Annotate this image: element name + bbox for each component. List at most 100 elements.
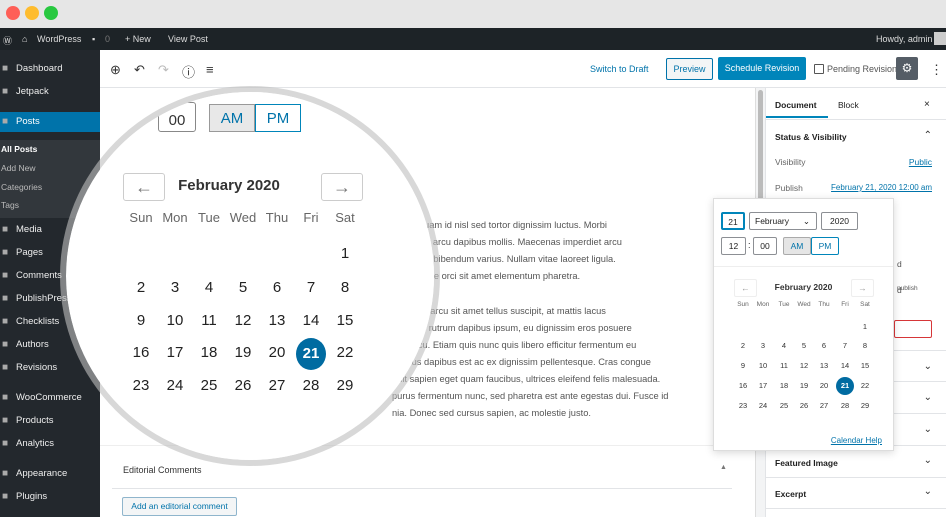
chevron-down-icon[interactable]: ⌄ bbox=[924, 361, 932, 372]
calendar-day[interactable]: 3 bbox=[160, 279, 190, 296]
tab-block[interactable]: Block bbox=[838, 100, 859, 110]
calendar-day[interactable]: 7 bbox=[836, 341, 854, 350]
calendar-day[interactable]: 19 bbox=[228, 344, 258, 361]
calendar-day[interactable]: 26 bbox=[795, 401, 813, 410]
submenu-tags[interactable]: Tags bbox=[1, 200, 19, 210]
chevron-down-icon[interactable]: ⌄ bbox=[924, 455, 932, 466]
calendar-day[interactable]: 5 bbox=[228, 279, 258, 296]
calendar-day-selected[interactable]: 21 bbox=[296, 337, 326, 370]
howdy-link[interactable]: Howdy, admin bbox=[876, 34, 932, 44]
calendar-day[interactable]: 6 bbox=[262, 279, 292, 296]
calendar-day[interactable]: 23 bbox=[734, 401, 752, 410]
sidebar-item-analytics[interactable]: ■ Analytics bbox=[0, 434, 100, 454]
calendar-day[interactable]: 17 bbox=[754, 381, 772, 390]
calendar-day[interactable]: 20 bbox=[262, 344, 292, 361]
submenu-categories[interactable]: Categories bbox=[1, 182, 42, 192]
calendar-day[interactable]: 7 bbox=[296, 279, 326, 296]
submenu-all-posts[interactable]: All Posts bbox=[1, 144, 37, 154]
calendar-day[interactable]: 12 bbox=[228, 312, 258, 329]
calendar-day[interactable]: 25 bbox=[775, 401, 793, 410]
calendar-day[interactable]: 3 bbox=[754, 341, 772, 350]
info-icon[interactable]: ⓘ bbox=[182, 62, 195, 81]
paragraph-line[interactable]: purus fermentum nunc, sed pharetra est a… bbox=[392, 391, 668, 401]
calendar-day[interactable]: 27 bbox=[262, 377, 292, 394]
status-visibility-title[interactable]: Status & Visibility bbox=[775, 132, 847, 142]
calendar-day[interactable]: 20 bbox=[815, 381, 833, 390]
sidebar-item-revisions[interactable]: ■ Revisions bbox=[0, 358, 100, 378]
minimize-window-button[interactable] bbox=[25, 6, 39, 20]
calendar-day[interactable]: 28 bbox=[836, 401, 854, 410]
calendar-day[interactable]: 8 bbox=[330, 279, 360, 296]
calendar-day[interactable]: 4 bbox=[194, 279, 224, 296]
chevron-down-icon[interactable]: ⌄ bbox=[924, 424, 932, 435]
calendar-day[interactable]: 23 bbox=[126, 377, 156, 394]
paragraph-line[interactable]: ndit sapien eget quam faucibus, ultrices… bbox=[392, 374, 660, 384]
sidebar-item-woocommerce[interactable]: ■ WooCommerce bbox=[0, 388, 100, 408]
calendar-day[interactable]: 9 bbox=[734, 361, 752, 370]
calendar-day[interactable]: 11 bbox=[775, 361, 793, 370]
chevron-down-icon[interactable]: ⌄ bbox=[924, 486, 932, 497]
calendar-day[interactable]: 22 bbox=[330, 344, 360, 361]
visibility-value-link[interactable]: Public bbox=[909, 157, 932, 167]
view-post-link[interactable]: View Post bbox=[168, 34, 208, 44]
preview-button[interactable]: Preview bbox=[666, 58, 713, 80]
calendar-day[interactable]: 25 bbox=[194, 377, 224, 394]
calendar-day[interactable]: 10 bbox=[754, 361, 772, 370]
paragraph-line[interactable]: ivamus dapibus est ac ex dignissim pelle… bbox=[392, 357, 651, 367]
switch-to-draft-button[interactable]: Switch to Draft bbox=[590, 64, 649, 74]
paragraph-line[interactable]: san arcu. Etiam quis nunc quis libero ef… bbox=[392, 340, 636, 350]
schedule-revision-button[interactable]: Schedule Revision bbox=[718, 57, 806, 80]
calendar-day[interactable]: 17 bbox=[160, 344, 190, 361]
add-editorial-comment-button[interactable]: Add an editorial comment bbox=[122, 497, 237, 516]
submenu-add-new[interactable]: Add New bbox=[1, 163, 36, 173]
avatar[interactable] bbox=[934, 32, 946, 45]
calendar-day[interactable]: 14 bbox=[296, 312, 326, 329]
tab-document[interactable]: Document bbox=[775, 100, 817, 110]
new-link[interactable]: + New bbox=[125, 34, 151, 44]
calendar-day[interactable]: 4 bbox=[775, 341, 793, 350]
maximize-window-button[interactable] bbox=[44, 6, 58, 20]
calendar-day[interactable]: 29 bbox=[330, 377, 360, 394]
featured-image-panel[interactable]: Featured Image bbox=[775, 458, 838, 468]
pending-revision-label[interactable]: Pending Revision bbox=[827, 64, 897, 74]
sidebar-item-posts[interactable]: ■ Posts bbox=[0, 112, 100, 132]
close-panel-icon[interactable]: × bbox=[924, 99, 930, 110]
calendar-day[interactable]: 18 bbox=[194, 344, 224, 361]
excerpt-panel[interactable]: Excerpt bbox=[775, 489, 806, 499]
hour-input[interactable]: 12 bbox=[721, 237, 746, 255]
error-field[interactable] bbox=[894, 320, 932, 338]
calendar-day[interactable]: 18 bbox=[775, 381, 793, 390]
calendar-day[interactable]: 24 bbox=[754, 401, 772, 410]
calendar-day[interactable]: 2 bbox=[734, 341, 752, 350]
settings-gear-icon[interactable]: ⚙ bbox=[896, 57, 918, 80]
close-window-button[interactable] bbox=[6, 6, 20, 20]
calendar-day[interactable]: 12 bbox=[795, 361, 813, 370]
more-options-icon[interactable]: ⋮ bbox=[930, 62, 943, 78]
undo-icon[interactable]: ↶ bbox=[134, 62, 145, 78]
publish-date-link[interactable]: February 21, 2020 12:00 am bbox=[831, 183, 932, 192]
sidebar-item-products[interactable]: ■ Products bbox=[0, 411, 100, 431]
calendar-day[interactable]: 11 bbox=[194, 312, 224, 329]
am-button[interactable]: AM bbox=[783, 237, 811, 255]
chevron-up-icon[interactable]: ⌃ bbox=[924, 130, 932, 141]
sidebar-item-appearance[interactable]: ■ Appearance bbox=[0, 464, 100, 484]
pm-button[interactable]: PM bbox=[811, 237, 839, 255]
next-month-button[interactable]: → bbox=[851, 279, 874, 297]
calendar-day[interactable]: 13 bbox=[815, 361, 833, 370]
add-block-icon[interactable]: ⊕ bbox=[110, 62, 121, 78]
redo-icon[interactable]: ↷ bbox=[158, 62, 169, 78]
calendar-day[interactable]: 5 bbox=[795, 341, 813, 350]
calendar-day[interactable]: 28 bbox=[296, 377, 326, 394]
day-input[interactable]: 21 bbox=[721, 212, 745, 230]
paragraph-line[interactable]: nia. Donec sed cursus sapien, ac molesti… bbox=[392, 408, 591, 418]
paragraph-line[interactable]: hasellus rutrum dapibus ipsum, eu dignis… bbox=[392, 323, 632, 333]
calendar-day[interactable]: 1 bbox=[330, 245, 360, 262]
calendar-day[interactable]: 10 bbox=[160, 312, 190, 329]
sidebar-item-plugins[interactable]: ■ Plugins bbox=[0, 487, 100, 507]
calendar-day[interactable]: 13 bbox=[262, 312, 292, 329]
year-input[interactable]: 2020 bbox=[821, 212, 858, 230]
month-select[interactable]: February ⌄ bbox=[749, 212, 817, 230]
calendar-day[interactable]: 16 bbox=[126, 344, 156, 361]
sidebar-item-dashboard[interactable]: ■ Dashboard bbox=[0, 59, 100, 79]
calendar-day[interactable]: 22 bbox=[856, 381, 874, 390]
